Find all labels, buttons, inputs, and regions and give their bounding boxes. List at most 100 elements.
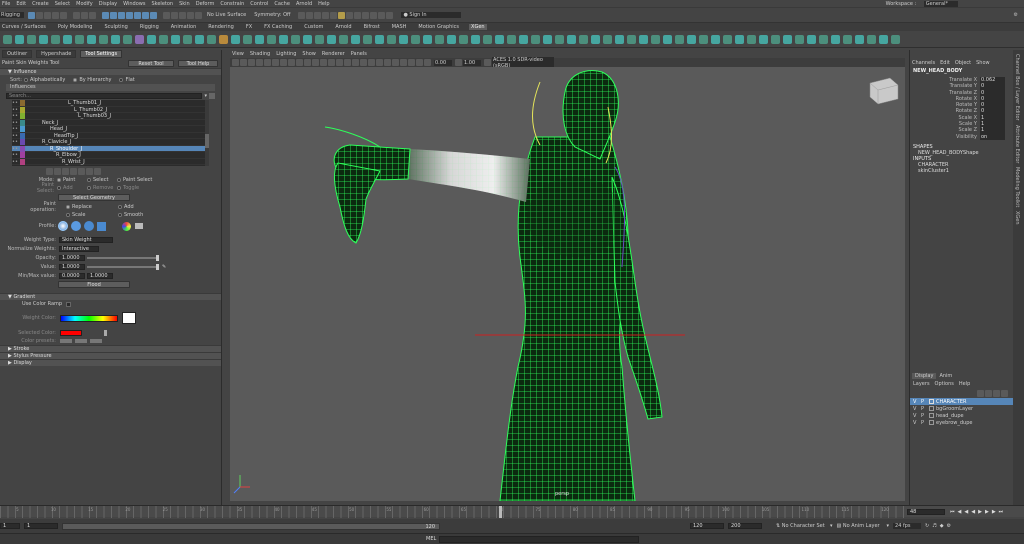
selected-color-slider[interactable] — [104, 329, 107, 336]
shelf-tool-icon[interactable] — [315, 34, 324, 44]
shelf-tool-icon[interactable] — [663, 34, 672, 44]
shelf-tool-icon[interactable] — [603, 34, 612, 44]
shelf-tool-icon[interactable] — [303, 34, 312, 44]
shelf-tool-icon[interactable] — [195, 34, 204, 44]
shelf-tool-icon[interactable] — [231, 34, 240, 44]
mask-icon-3[interactable] — [118, 11, 125, 19]
lock-icon[interactable]: •• — [12, 133, 18, 139]
menu-skeleton[interactable]: Skeleton — [151, 1, 173, 7]
ps-remove-radio[interactable] — [87, 186, 91, 190]
menu-deform[interactable]: Deform — [196, 1, 215, 7]
undo-icon[interactable] — [52, 11, 59, 19]
hypershade-icon[interactable] — [330, 11, 338, 19]
shelf-tool-icon[interactable] — [891, 34, 900, 44]
layer-row[interactable]: V Peyebrow_dupe — [910, 419, 1013, 426]
resolution-gate-icon[interactable] — [280, 59, 287, 66]
mode-paint-radio[interactable] — [57, 178, 61, 182]
antialias-icon[interactable] — [384, 59, 391, 66]
lock-influence-icon[interactable] — [70, 167, 77, 175]
step-forward-icon[interactable]: ▶ — [985, 509, 989, 515]
exposure-field[interactable]: 0.00 — [434, 59, 452, 66]
cb-menu-channels[interactable]: Channels — [912, 60, 935, 66]
shelf-tool-icon[interactable] — [135, 34, 144, 44]
paint-weights-icon[interactable] — [46, 167, 53, 175]
shelf-tool-icon[interactable] — [411, 34, 420, 44]
xray-components-icon[interactable] — [424, 59, 431, 66]
cb-menu-show[interactable]: Show — [976, 60, 990, 66]
stroke-section-header[interactable]: ▶ Stroke — [0, 345, 221, 352]
shelf-tool-icon[interactable] — [255, 34, 264, 44]
current-frame-field[interactable]: 48 — [907, 509, 945, 515]
color-management-icon[interactable] — [484, 59, 491, 66]
shelf-tool-icon[interactable] — [711, 34, 720, 44]
shelf-tool-icon[interactable] — [651, 34, 660, 44]
shelf-tool-icon[interactable] — [291, 34, 300, 44]
shelf-tool-icon[interactable] — [507, 34, 516, 44]
lock-icon[interactable]: •• — [12, 139, 18, 145]
layer-color-swatch[interactable] — [929, 406, 934, 411]
shelf-tool-icon[interactable] — [879, 34, 888, 44]
shelf-tool-icon[interactable] — [807, 34, 816, 44]
min-value-field[interactable]: 0.0000 — [59, 272, 85, 279]
shelf-tool-icon[interactable] — [387, 34, 396, 44]
shelf-tool-icon[interactable] — [627, 34, 636, 44]
new-scene-icon[interactable] — [28, 11, 35, 19]
lock-icon[interactable]: •• — [12, 159, 18, 165]
workspace-selector[interactable]: Workspace : General* — [886, 0, 964, 7]
camera-icon[interactable] — [232, 59, 239, 66]
op-smooth-radio[interactable] — [118, 213, 122, 217]
shelf-tool-icon[interactable] — [795, 34, 804, 44]
isolate-icon[interactable] — [400, 59, 407, 66]
render-icon[interactable] — [306, 11, 314, 19]
shelf-tool-icon[interactable] — [219, 34, 228, 44]
shadows-icon[interactable] — [360, 59, 367, 66]
list-scrollbar[interactable] — [205, 100, 209, 166]
layer-visibility[interactable]: V — [913, 406, 921, 412]
shelf-tab-arnold[interactable]: Arnold — [333, 24, 353, 30]
preset-3[interactable] — [90, 339, 102, 343]
shelf-tool-icon[interactable] — [843, 34, 852, 44]
menu-create[interactable]: Create — [32, 1, 49, 7]
preset-2[interactable] — [75, 339, 87, 343]
menu-skin[interactable]: Skin — [179, 1, 190, 7]
normalize-dropdown[interactable]: Interactive — [59, 245, 99, 252]
lock-icon[interactable]: •• — [12, 120, 18, 126]
anim-layer-dropdown[interactable]: ▨ No Anim Layer — [837, 523, 887, 529]
opacity-slider[interactable] — [87, 254, 159, 261]
shelf-tool-icon[interactable] — [75, 34, 84, 44]
shelf-tool-icon[interactable] — [699, 34, 708, 44]
symmetry-dropdown[interactable]: Symmetry: Off — [254, 12, 290, 18]
shelf-tab-animation[interactable]: Animation — [169, 24, 199, 30]
mask-icon-2[interactable] — [110, 11, 117, 19]
shelf-tool-icon[interactable] — [543, 34, 552, 44]
input-item[interactable]: skinCluster1 — [910, 168, 1012, 174]
menu-control[interactable]: Control — [250, 1, 268, 7]
opacity-field[interactable]: 1.0000 — [59, 254, 85, 261]
toggle-panel-icon-5[interactable] — [386, 11, 394, 19]
key-mode-icon[interactable]: ◆ — [940, 523, 944, 529]
step-back-key-icon[interactable]: ◀ — [958, 509, 962, 515]
wireframe-icon[interactable] — [320, 59, 327, 66]
shelf-tool-icon[interactable] — [207, 34, 216, 44]
shelf-tool-icon[interactable] — [675, 34, 684, 44]
lock-icon[interactable]: •• — [12, 126, 18, 132]
shelf-tab-bifrost[interactable]: Bifrost — [362, 24, 382, 30]
shelf-tool-icon[interactable] — [183, 34, 192, 44]
use-color-ramp-checkbox[interactable] — [66, 301, 72, 307]
preset-1[interactable] — [60, 339, 72, 343]
audio-icon[interactable]: ♬ — [932, 523, 936, 529]
cb-menu-edit[interactable]: Edit — [940, 60, 950, 66]
toggle-panel-icon-2[interactable] — [362, 11, 370, 19]
weight-type-dropdown[interactable]: Skin Weight — [59, 236, 113, 243]
vp-menu-lighting[interactable]: Lighting — [276, 51, 296, 57]
shelf-tool-icon[interactable] — [87, 34, 96, 44]
stylus-section-header[interactable]: ▶ Stylus Pressure — [0, 352, 221, 359]
color-picker-icon[interactable]: ✎ — [162, 264, 166, 270]
anim-layer-arrow-icon[interactable]: ▾ — [887, 523, 890, 529]
shelf-tool-icon[interactable] — [483, 34, 492, 44]
gamma-field[interactable]: 1.00 — [463, 59, 481, 66]
layer-playback[interactable]: P — [921, 420, 929, 426]
menu-windows[interactable]: Windows — [123, 1, 145, 7]
layer-playback[interactable]: P — [921, 399, 929, 405]
max-value-field[interactable]: 1.0000 — [87, 272, 113, 279]
